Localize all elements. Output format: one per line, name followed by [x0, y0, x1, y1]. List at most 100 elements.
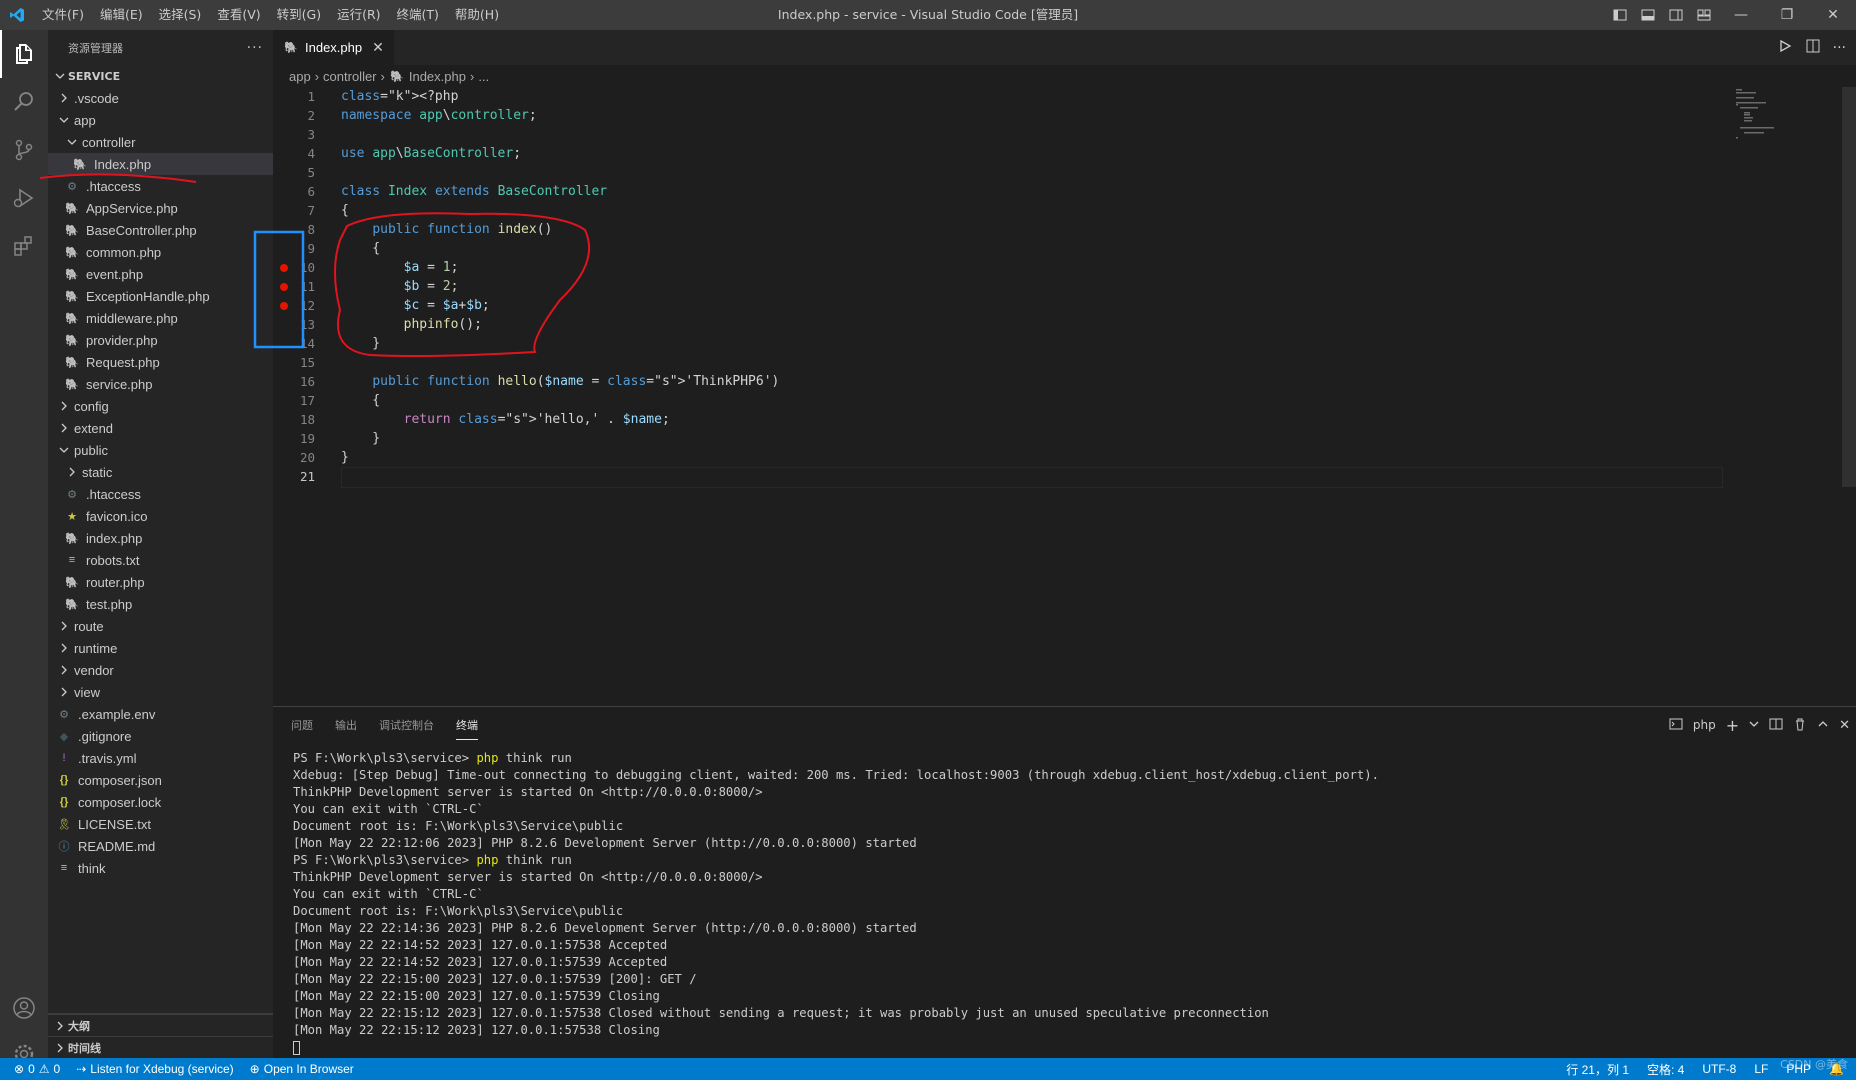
file-item[interactable]: ≡ robots.txt [48, 549, 273, 571]
run-file-icon[interactable] [1777, 38, 1793, 58]
encoding[interactable]: UTF-8 [1702, 1062, 1736, 1076]
tab-index-php[interactable]: 🐘 Index.php ✕ [273, 30, 394, 65]
folder-item[interactable]: .vscode [48, 87, 273, 109]
menu-run[interactable]: 运行(R) [329, 0, 388, 30]
code-line[interactable]: 14 } [273, 334, 1723, 353]
tab-output[interactable]: 输出 [335, 711, 357, 739]
code-line[interactable]: 19 } [273, 429, 1723, 448]
toggle-sidebar-icon[interactable] [1606, 0, 1634, 30]
terminal-output[interactable]: PS F:\Work\pls3\service> php think run Xd… [293, 750, 1379, 1056]
code-line[interactable]: 15 [273, 353, 1723, 372]
tab-debug-console[interactable]: 调试控制台 [379, 711, 434, 739]
file-item[interactable]: ⚙ .htaccess [48, 175, 273, 197]
file-item[interactable]: 🐘 AppService.php [48, 197, 273, 219]
code-line[interactable]: 13 phpinfo(); [273, 315, 1723, 334]
file-item[interactable]: 🐘 Index.php [48, 153, 273, 175]
file-item[interactable]: ⚙ .example.env [48, 703, 273, 725]
file-item[interactable]: ★ favicon.ico [48, 505, 273, 527]
breakpoint-icon[interactable] [280, 283, 288, 291]
folder-item[interactable]: view [48, 681, 273, 703]
new-terminal-icon[interactable]: + [1726, 716, 1739, 735]
chevron-down-icon[interactable] [1749, 718, 1759, 732]
search-icon[interactable] [0, 78, 48, 126]
tab-terminal[interactable]: 终端 [456, 711, 478, 740]
terminal-cursor-line[interactable] [293, 1039, 1379, 1056]
split-editor-icon[interactable] [1805, 38, 1821, 58]
folder-item[interactable]: public [48, 439, 273, 461]
workspace-section-header[interactable]: SERVICE [48, 65, 273, 87]
maximize-panel-icon[interactable] [1817, 718, 1829, 733]
breakpoint-icon[interactable] [280, 302, 288, 310]
breadcrumb-controller[interactable]: controller [323, 69, 376, 84]
code-line[interactable]: 6 class Index extends BaseController [273, 182, 1723, 201]
folder-item[interactable]: vendor [48, 659, 273, 681]
file-item[interactable]: 🐘 test.php [48, 593, 273, 615]
minimize-button[interactable]: — [1718, 0, 1764, 30]
file-item[interactable]: 🐘 event.php [48, 263, 273, 285]
debug-launch-status[interactable]: ⇢ Listen for Xdebug (service) [76, 1062, 233, 1076]
folder-item[interactable]: extend [48, 417, 273, 439]
code-line[interactable]: 8 public function index() [273, 220, 1723, 239]
folder-item[interactable]: app [48, 109, 273, 131]
problems-status[interactable]: ⊗ 0 ⚠ 0 [14, 1062, 60, 1076]
file-item[interactable]: {} composer.json [48, 769, 273, 791]
cursor-position[interactable]: 行 21，列 1 [1566, 1061, 1629, 1078]
menu-file[interactable]: 文件(F) [34, 0, 92, 30]
file-item[interactable]: 🐘 middleware.php [48, 307, 273, 329]
code-line[interactable]: 18 return class="s">'hello,' . $name; [273, 410, 1723, 429]
file-item[interactable]: 🐘 index.php [48, 527, 273, 549]
code-line[interactable]: 12 $c = $a+$b; [273, 296, 1723, 315]
menu-go[interactable]: 转到(G) [269, 0, 329, 30]
code-line[interactable]: 4 use app\BaseController; [273, 144, 1723, 163]
customize-layout-icon[interactable] [1690, 0, 1718, 30]
code-editor[interactable]: 1 class="k"><?php 2 namespace app\controlle… [273, 87, 1723, 488]
breakpoint-icon[interactable] [280, 264, 288, 272]
breadcrumb-app[interactable]: app [289, 69, 311, 84]
menu-help[interactable]: 帮助(H) [447, 0, 507, 30]
explorer-icon[interactable] [0, 30, 48, 78]
folder-item[interactable]: runtime [48, 637, 273, 659]
extensions-icon[interactable] [0, 222, 48, 270]
tab-problems[interactable]: 问题 [291, 711, 313, 739]
run-debug-icon[interactable] [0, 174, 48, 222]
file-item[interactable]: {} composer.lock [48, 791, 273, 813]
end-of-line[interactable]: LF [1754, 1062, 1768, 1076]
folder-item[interactable]: route [48, 615, 273, 637]
close-window-button[interactable]: ✕ [1810, 0, 1856, 30]
toggle-panel-icon[interactable] [1634, 0, 1662, 30]
indentation[interactable]: 空格: 4 [1647, 1061, 1684, 1078]
close-tab-icon[interactable]: ✕ [372, 39, 384, 56]
file-item[interactable]: 🐘 provider.php [48, 329, 273, 351]
editor-more-icon[interactable]: ··· [1833, 40, 1846, 56]
folder-item[interactable]: config [48, 395, 273, 417]
breadcrumb-file[interactable]: Index.php [409, 69, 466, 84]
close-panel-icon[interactable]: ✕ [1839, 718, 1850, 733]
file-item[interactable]: 🐘 router.php [48, 571, 273, 593]
file-item[interactable]: ≡ think [48, 857, 273, 879]
kill-terminal-icon[interactable] [1793, 717, 1807, 734]
folder-item[interactable]: static [48, 461, 273, 483]
file-item[interactable]: 🐘 BaseController.php [48, 219, 273, 241]
code-line[interactable]: 11 $b = 2; [273, 277, 1723, 296]
file-item[interactable]: ! .travis.yml [48, 747, 273, 769]
file-item[interactable]: 🐘 ExceptionHandle.php [48, 285, 273, 307]
code-line[interactable]: 7{ [273, 201, 1723, 220]
source-control-icon[interactable] [0, 126, 48, 174]
menu-edit[interactable]: 编辑(E) [92, 0, 151, 30]
account-icon[interactable] [0, 984, 48, 1032]
outline-section-header[interactable]: 大纲 [48, 1014, 273, 1036]
file-item[interactable]: ⚙ .htaccess [48, 483, 273, 505]
open-in-browser-status[interactable]: ⊕ Open In Browser [250, 1062, 354, 1076]
file-item[interactable]: 🎗 LICENSE.txt [48, 813, 273, 835]
file-item[interactable]: ◆ .gitignore [48, 725, 273, 747]
code-line[interactable]: 3 [273, 125, 1723, 144]
code-line[interactable]: 9 { [273, 239, 1723, 258]
code-line[interactable]: 16 public function hello($name = class="… [273, 372, 1723, 391]
code-line[interactable]: 10 $a = 1; [273, 258, 1723, 277]
menu-terminal[interactable]: 终端(T) [389, 0, 447, 30]
editor-scrollbar[interactable] [1842, 87, 1856, 487]
file-item[interactable]: ⓘ README.md [48, 835, 273, 857]
breadcrumb-symbol[interactable]: ... [478, 69, 489, 84]
file-item[interactable]: 🐘 service.php [48, 373, 273, 395]
code-line[interactable]: 2 namespace app\controller; [273, 106, 1723, 125]
